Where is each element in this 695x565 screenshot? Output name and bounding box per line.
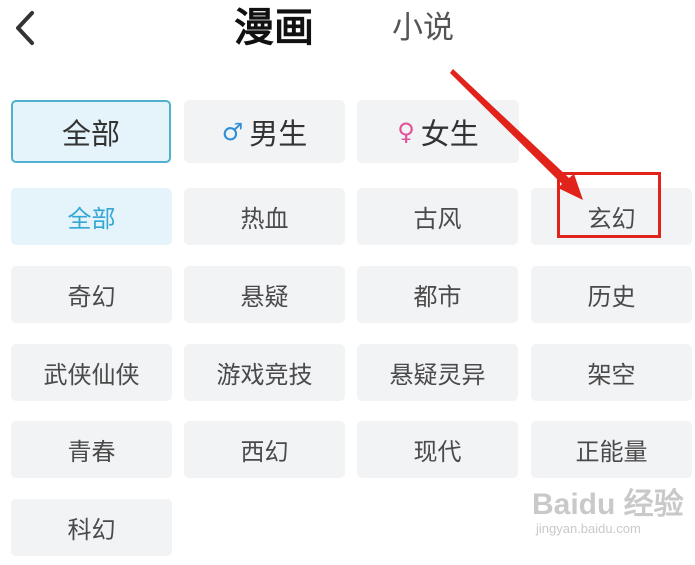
category-label: 古风 (413, 205, 462, 233)
category-label: 西幻 (240, 438, 289, 466)
gender-female-button[interactable]: ♀ 女生 (357, 100, 519, 163)
gender-all-button[interactable]: 全部 (11, 100, 171, 163)
category-rexue[interactable]: 热血 (184, 188, 345, 245)
gender-male-label: 男生 (249, 116, 308, 151)
category-jiakong[interactable]: 架空 (531, 344, 692, 401)
category-label: 架空 (587, 361, 636, 389)
category-label: 正能量 (575, 438, 648, 466)
female-symbol-icon: ♀ (397, 117, 415, 146)
category-label: 都市 (413, 283, 462, 311)
gender-female-label: 女生 (420, 116, 479, 151)
category-label: 游戏竞技 (216, 361, 313, 389)
category-zhengnengliang[interactable]: 正能量 (531, 421, 692, 478)
category-label: 全部 (67, 205, 116, 233)
back-button[interactable] (8, 8, 42, 48)
category-label: 悬疑 (240, 283, 289, 311)
tab-novel[interactable]: 小说 (392, 8, 454, 48)
tab-comic[interactable]: 漫画 (234, 4, 314, 52)
category-xiandai[interactable]: 现代 (357, 421, 518, 478)
category-label: 奇幻 (67, 283, 116, 311)
category-label: 热血 (240, 205, 289, 233)
category-label: 青春 (67, 438, 116, 466)
category-label: 悬疑灵异 (389, 361, 486, 389)
baidu-jingyan-watermark: Baidu 经验 jingyan.baidu.com (532, 488, 684, 536)
category-xihuan[interactable]: 西幻 (184, 421, 345, 478)
category-lishi[interactable]: 历史 (531, 266, 692, 323)
watermark-url: jingyan.baidu.com (536, 521, 641, 536)
annotation-highlight-box (557, 172, 661, 238)
category-kehuan[interactable]: 科幻 (11, 499, 172, 556)
category-label: 历史 (587, 283, 636, 311)
category-all[interactable]: 全部 (11, 188, 172, 245)
category-wuxia-xianxia[interactable]: 武侠仙侠 (11, 344, 172, 401)
watermark-brand: Baidu 经验 (532, 488, 684, 521)
category-gufeng[interactable]: 古风 (357, 188, 518, 245)
category-label: 现代 (413, 438, 462, 466)
category-qingchun[interactable]: 青春 (11, 421, 172, 478)
category-label: 武侠仙侠 (43, 361, 140, 389)
category-xuanyi[interactable]: 悬疑 (184, 266, 345, 323)
category-qihuan[interactable]: 奇幻 (11, 266, 172, 323)
category-label: 科幻 (67, 516, 116, 544)
male-symbol-icon: ♂ (221, 117, 244, 146)
category-xuanyi-lingyi[interactable]: 悬疑灵异 (357, 344, 518, 401)
gender-all-label: 全部 (61, 116, 120, 151)
category-youxi-jingji[interactable]: 游戏竞技 (184, 344, 345, 401)
chevron-left-icon (16, 11, 34, 45)
gender-male-button[interactable]: ♂ 男生 (184, 100, 345, 163)
category-dushi[interactable]: 都市 (357, 266, 518, 323)
